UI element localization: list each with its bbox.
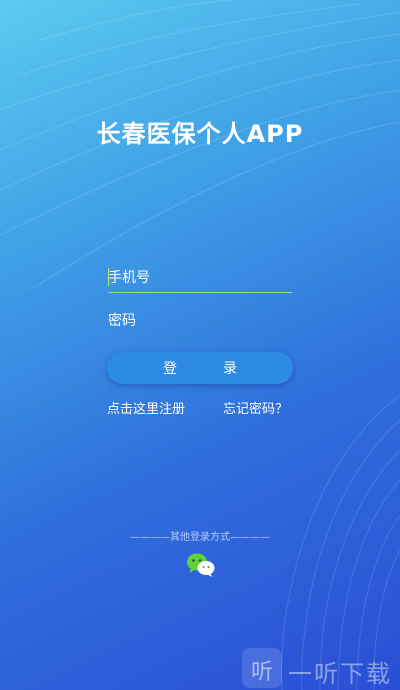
watermark-badge-glyph: 听 xyxy=(250,660,273,685)
login-screen: 长春医保个人APP 登录 点击这里注册 忘记密码？ ————其他登录方式————… xyxy=(0,0,400,690)
app-title: 长春医保个人APP xyxy=(96,120,304,148)
watermark-logo: 听 一听下载 xyxy=(240,646,400,690)
background-wave-lines xyxy=(0,0,400,690)
login-button[interactable]: 登录 xyxy=(107,352,293,384)
phone-input[interactable] xyxy=(108,266,292,290)
watermark-badge: 听 xyxy=(242,648,282,688)
wechat-icon[interactable] xyxy=(186,552,216,578)
other-login-label: ————其他登录方式———— xyxy=(130,532,270,543)
register-link[interactable]: 点击这里注册 xyxy=(107,398,185,417)
password-input[interactable] xyxy=(108,309,292,333)
watermark-text: 一听下载 xyxy=(288,660,392,688)
password-field xyxy=(108,309,292,335)
forgot-password-link[interactable]: 忘记密码？ xyxy=(223,398,288,417)
phone-field xyxy=(108,266,292,293)
